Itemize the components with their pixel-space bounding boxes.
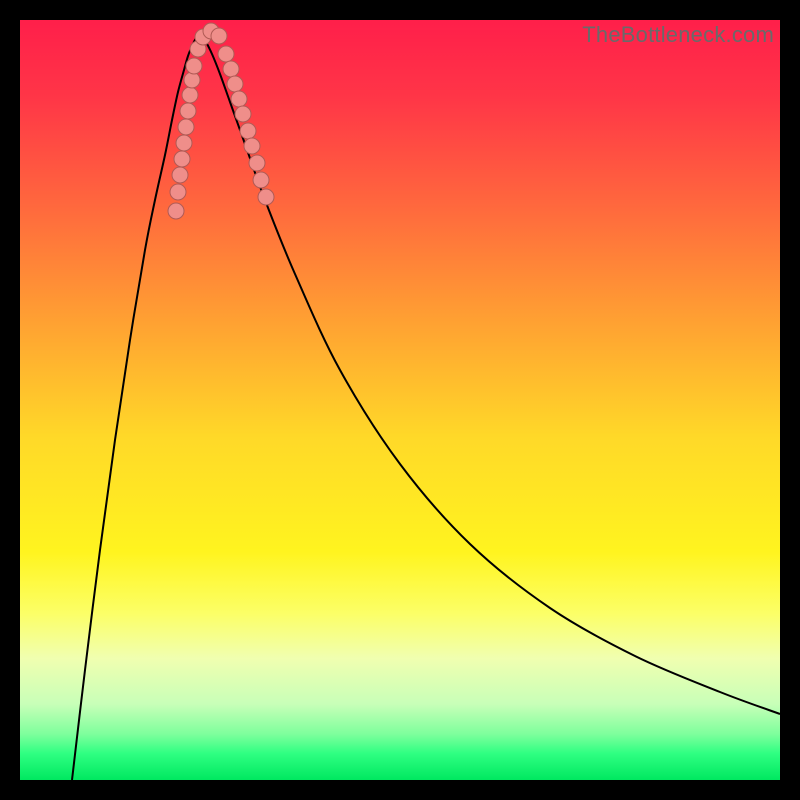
data-marker bbox=[211, 28, 227, 44]
right-branch-curve bbox=[200, 32, 780, 714]
data-marker bbox=[240, 123, 256, 139]
data-marker bbox=[174, 151, 190, 167]
chart-frame: TheBottleneck.com bbox=[0, 0, 800, 800]
data-marker bbox=[168, 203, 184, 219]
data-marker bbox=[172, 167, 188, 183]
data-marker bbox=[218, 46, 234, 62]
data-marker bbox=[249, 155, 265, 171]
data-marker bbox=[180, 103, 196, 119]
data-markers bbox=[168, 23, 274, 219]
data-marker bbox=[176, 135, 192, 151]
watermark-text: TheBottleneck.com bbox=[582, 22, 774, 48]
data-marker bbox=[186, 58, 202, 74]
data-marker bbox=[258, 189, 274, 205]
curve-layer bbox=[20, 20, 780, 780]
plot-area: TheBottleneck.com bbox=[20, 20, 780, 780]
data-marker bbox=[227, 76, 243, 92]
data-marker bbox=[223, 61, 239, 77]
data-marker bbox=[231, 91, 247, 107]
data-marker bbox=[184, 72, 200, 88]
data-marker bbox=[235, 106, 251, 122]
data-marker bbox=[253, 172, 269, 188]
data-marker bbox=[178, 119, 194, 135]
data-marker bbox=[244, 138, 260, 154]
data-marker bbox=[170, 184, 186, 200]
data-marker bbox=[182, 87, 198, 103]
